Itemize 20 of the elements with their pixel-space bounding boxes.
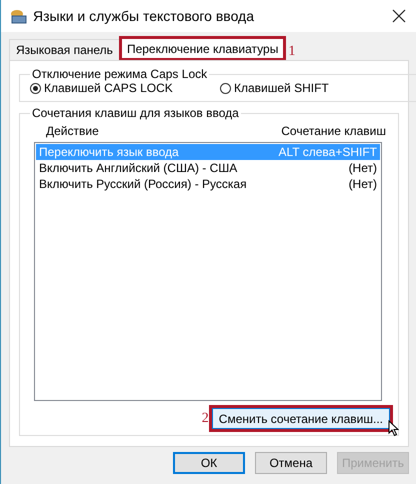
tab[interactable]: Переключение клавиатуры	[120, 37, 286, 60]
radio-option[interactable]: Клавишей SHIFT	[220, 81, 410, 95]
mouse-cursor-icon	[388, 420, 399, 437]
window-title: Языки и службы текстового ввода	[33, 8, 256, 24]
column-header: Действие	[46, 124, 99, 138]
dialog-button[interactable]: ОК	[173, 452, 245, 474]
annotation-number: 1	[287, 44, 296, 60]
dialog-button[interactable]: Отмена	[255, 452, 327, 474]
radio-option[interactable]: Клавишей CAPS LOCK	[30, 81, 220, 95]
tab[interactable]: Языковая панель	[9, 39, 120, 60]
close-icon[interactable]	[392, 9, 406, 23]
list-row[interactable]: Включить Английский (США) - США (Нет)	[36, 160, 380, 176]
group-title: Сочетания клавиш для языков ввода	[31, 106, 240, 120]
change-shortcut-button[interactable]: Сменить сочетание клавиш...	[212, 408, 390, 429]
radio-button[interactable]	[220, 82, 231, 94]
list-row[interactable]: Включить Русский (Россия) - Русская (Нет)	[36, 176, 380, 192]
annotation-number: 2	[200, 410, 210, 426]
column-header: Сочетание клавиш	[281, 124, 386, 138]
radio-button[interactable]	[30, 82, 41, 94]
group-title: Отключение режима Caps Lock	[31, 67, 208, 81]
